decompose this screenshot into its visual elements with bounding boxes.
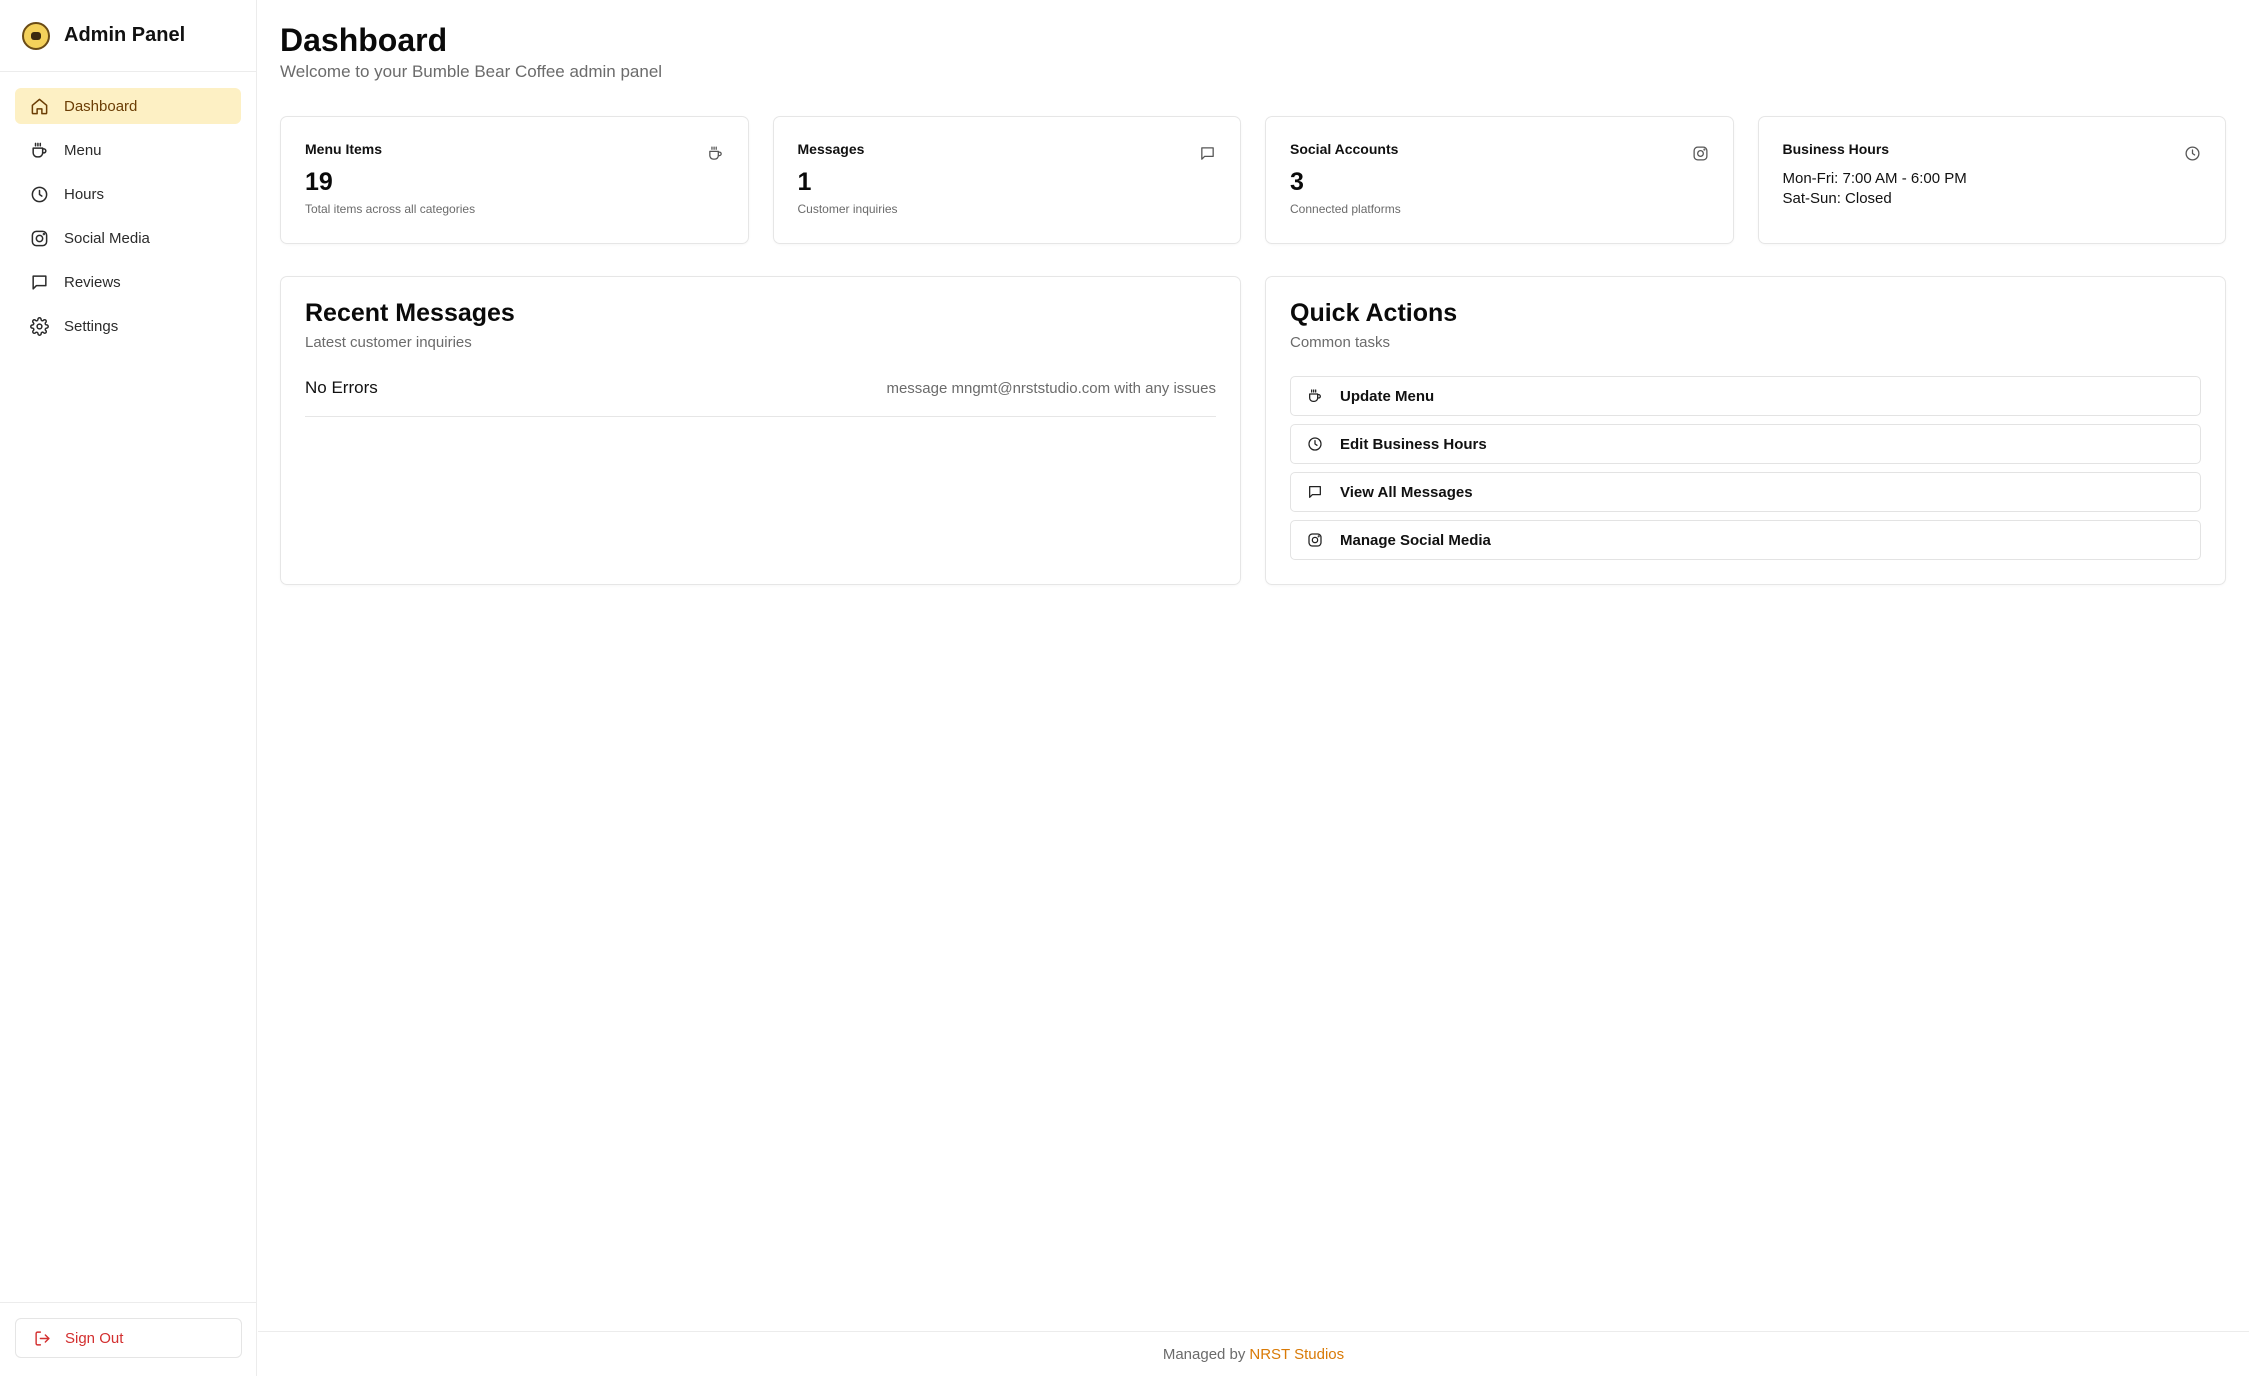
hours-lines: Mon-Fri: 7:00 AM - 6:00 PM Sat-Sun: Clos… [1783, 169, 2202, 209]
sidebar-item-reviews[interactable]: Reviews [15, 264, 241, 300]
stat-value: 1 [797, 168, 812, 196]
stat-card-business-hours: Business Hours Mon-Fri: 7:00 AM - 6:00 P… [1757, 116, 2226, 244]
hours-weekend: Sat-Sun: Closed [1782, 190, 1892, 207]
panel-title: Recent Messages [305, 299, 515, 327]
sidebar-item-label: Settings [64, 317, 119, 335]
sidebar-item-label: Reviews [64, 273, 121, 291]
quick-actions-panel: Quick Actions Common tasks Update Menu E… [1265, 276, 2226, 585]
clock-icon [1308, 437, 1322, 451]
list-item: No Errors message mngmt@nrststudio.com w… [305, 378, 1216, 417]
logout-icon [35, 1330, 50, 1346]
sidebar-item-label: Hours [64, 185, 105, 203]
hours-weekday: Mon-Fri: 7:00 AM - 6:00 PM [1782, 170, 1967, 187]
stat-description: Total items across all categories [305, 202, 476, 216]
manage-social-media-button[interactable]: Manage Social Media [1290, 520, 2201, 560]
message-icon [29, 272, 49, 292]
instagram-icon [1308, 533, 1322, 547]
sidebar-footer: Sign Out [0, 1302, 257, 1376]
sign-out-label: Sign Out [65, 1329, 124, 1347]
sign-out-button[interactable]: Sign Out [15, 1318, 242, 1358]
stat-card-menu-items: Menu Items 19 Total items across all cat… [280, 116, 749, 244]
sidebar-item-label: Menu [64, 141, 102, 159]
footer-prefix: Managed by [1162, 1345, 1246, 1363]
sidebar-item-label: Social Media [64, 229, 150, 247]
stats-row: Menu Items 19 Total items across all cat… [280, 116, 2226, 244]
message-note: message mngmt@nrststudio.com with any is… [886, 379, 1216, 397]
recent-messages-panel: Recent Messages Latest customer inquirie… [280, 276, 1241, 585]
sidebar: Admin Panel Dashboard Menu Hours Social … [0, 0, 257, 1376]
message-icon [1309, 486, 1321, 498]
panel-title: Quick Actions [1290, 299, 1458, 327]
stat-label: Social Accounts [1290, 141, 1399, 157]
bear-logo-icon [22, 21, 50, 50]
coffee-icon [29, 140, 49, 160]
stat-card-messages: Messages 1 Customer inquiries [772, 116, 1241, 244]
panel-subtitle: Common tasks [1290, 334, 1391, 351]
page-subtitle: Welcome to your Bumble Bear Coffee admin… [280, 62, 663, 81]
panel-subtitle: Latest customer inquiries [305, 334, 472, 351]
message-title: No Errors [305, 378, 378, 397]
sidebar-item-hours[interactable]: Hours [15, 176, 241, 212]
sidebar-item-social-media[interactable]: Social Media [15, 220, 241, 256]
sidebar-item-dashboard[interactable]: Dashboard [15, 88, 241, 124]
edit-business-hours-button[interactable]: Edit Business Hours [1290, 424, 2201, 464]
stat-label: Messages [797, 141, 865, 157]
message-icon [1199, 145, 1216, 162]
stat-card-social-accounts: Social Accounts 3 Connected platforms [1265, 116, 1734, 244]
instagram-icon [29, 228, 49, 248]
page-footer: Managed by NRST Studios [258, 1331, 2249, 1376]
update-menu-button[interactable]: Update Menu [1290, 376, 2201, 416]
stat-label: Business Hours [1782, 141, 1890, 157]
action-label: Manage Social Media [1340, 531, 1491, 549]
quick-actions-list: Update Menu Edit Business Hours View All… [1290, 376, 2201, 560]
coffee-icon [707, 145, 724, 162]
brand: Admin Panel [0, 0, 256, 72]
sidebar-item-settings[interactable]: Settings [15, 308, 241, 344]
action-label: Update Menu [1340, 387, 1435, 405]
clock-icon [2184, 145, 2201, 162]
sidebar-item-label: Dashboard [64, 97, 138, 115]
sidebar-nav: Dashboard Menu Hours Social Media Review… [0, 72, 256, 344]
stat-description: Connected platforms [1290, 202, 1401, 216]
view-all-messages-button[interactable]: View All Messages [1290, 472, 2201, 512]
action-label: View All Messages [1340, 483, 1473, 501]
page-title: Dashboard [280, 22, 448, 58]
gear-icon [29, 316, 49, 336]
coffee-icon [1309, 389, 1321, 402]
action-label: Edit Business Hours [1340, 435, 1487, 453]
main-content: Dashboard Welcome to your Bumble Bear Co… [258, 0, 2249, 1331]
stat-description: Customer inquiries [797, 202, 898, 216]
sidebar-item-menu[interactable]: Menu [15, 132, 241, 168]
brand-title: Admin Panel [64, 24, 186, 46]
stat-value: 3 [1290, 168, 1304, 196]
stat-label: Menu Items [305, 141, 383, 157]
stat-value: 19 [305, 168, 333, 196]
clock-icon [29, 184, 49, 204]
home-icon [29, 96, 49, 116]
instagram-icon [1692, 145, 1709, 162]
panels-row: Recent Messages Latest customer inquirie… [280, 276, 2226, 585]
footer-link[interactable]: NRST Studios [1249, 1346, 1344, 1363]
